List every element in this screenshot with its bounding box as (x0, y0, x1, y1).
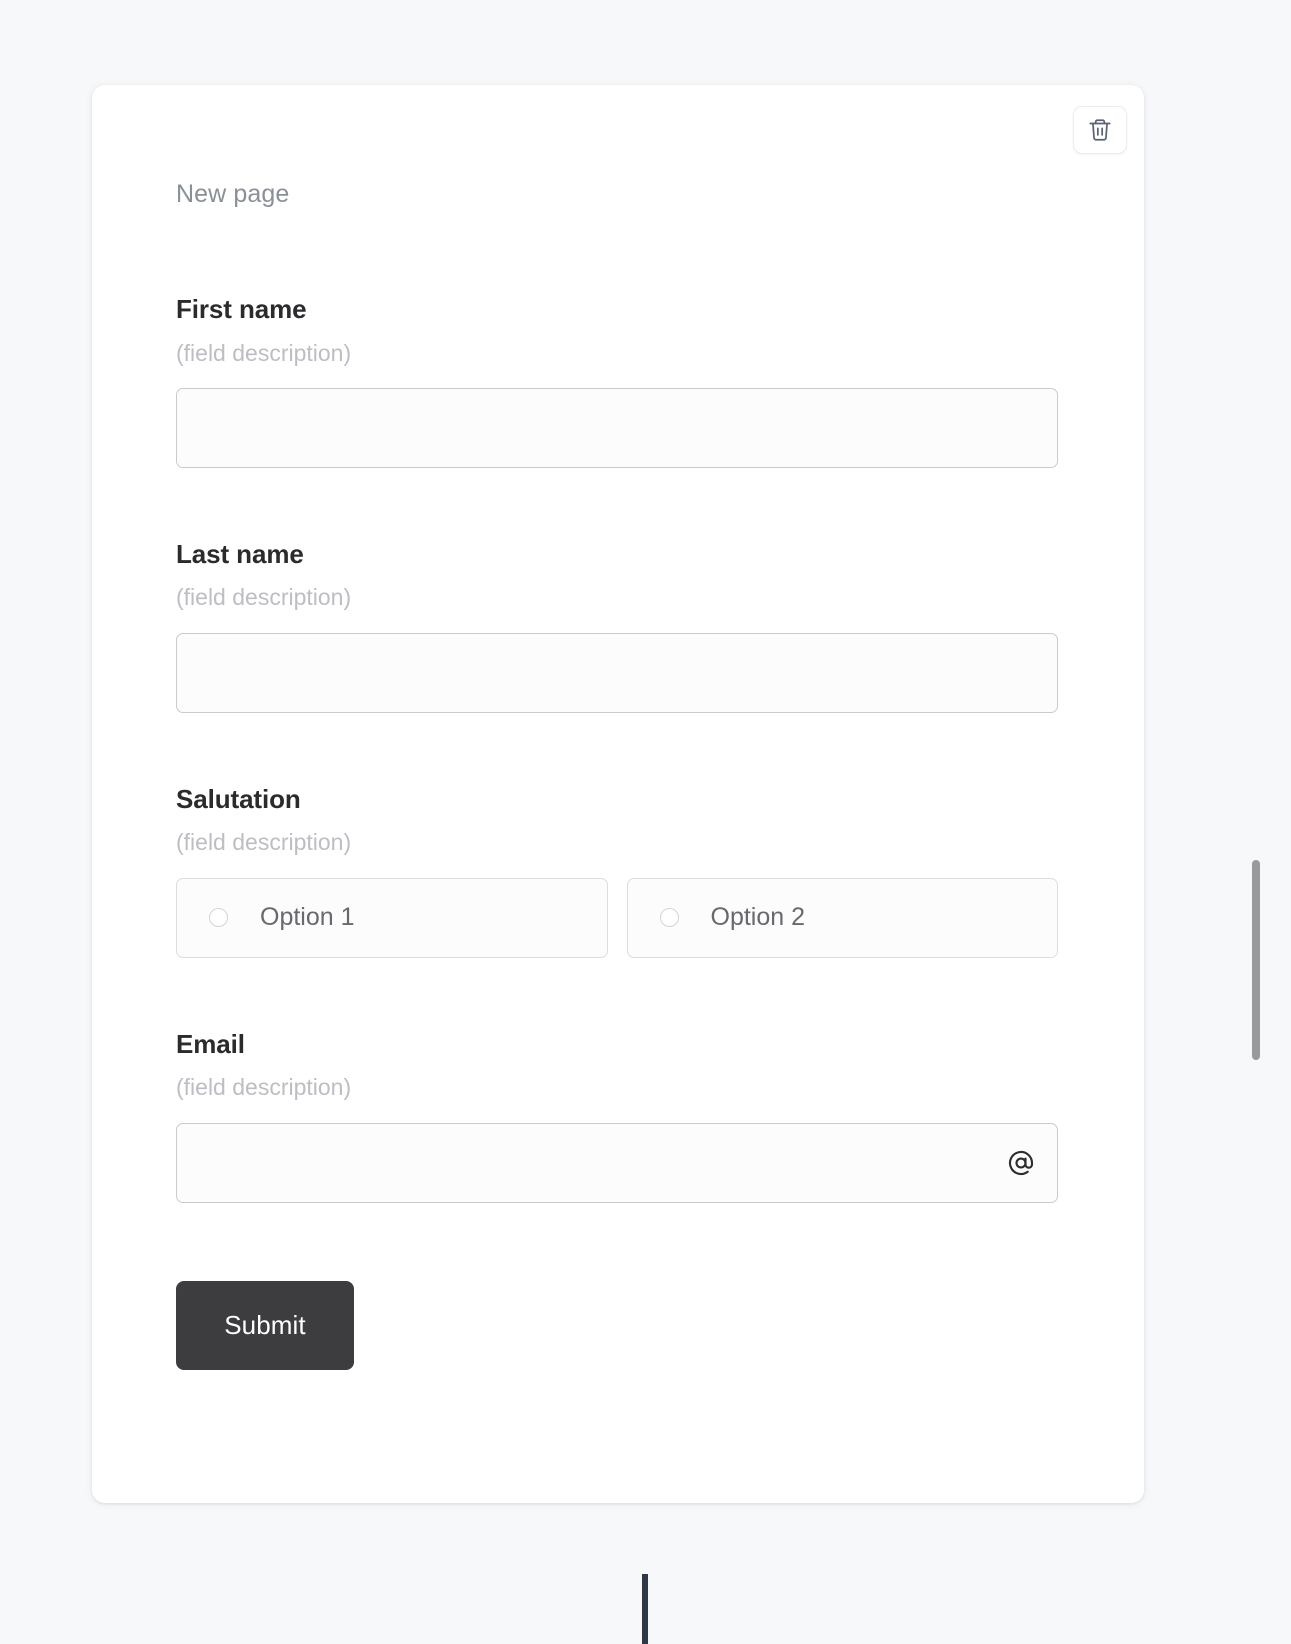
form-body: New page First name (field description) … (176, 85, 1058, 1370)
radio-circle-icon[interactable] (659, 908, 679, 928)
scrollbar-track[interactable] (1249, 0, 1263, 1644)
field-description: (field description) (176, 584, 352, 611)
field-salutation: Salutation (field description) Option 1 … (176, 785, 1058, 958)
radio-option-1[interactable]: Option 1 (176, 877, 608, 958)
submit-button[interactable]: Submit (176, 1280, 354, 1370)
delete-button[interactable] (1073, 106, 1127, 154)
trash-icon (1087, 117, 1113, 143)
first-name-input[interactable] (177, 388, 1057, 467)
page-root: New page First name (field description) … (0, 0, 1291, 1644)
scrollbar-thumb[interactable] (1252, 860, 1260, 1060)
email-input-wrapper[interactable] (176, 1122, 1058, 1203)
first-name-input-wrapper[interactable] (176, 387, 1058, 468)
field-last-name: Last name (field description) (176, 540, 1058, 713)
bottom-divider-handle (642, 1574, 648, 1644)
page-title: New page (176, 180, 290, 208)
radio-circle-icon[interactable] (209, 908, 228, 928)
radio-option-label: Option 2 (710, 903, 806, 932)
field-email: Email (field description) (176, 1030, 1058, 1203)
email-input[interactable] (177, 1123, 1057, 1202)
last-name-input-wrapper[interactable] (176, 632, 1058, 713)
radio-option-label: Option 1 (260, 903, 355, 932)
field-first-name: First name (field description) (176, 295, 1058, 468)
field-description: (field description) (176, 339, 352, 366)
field-description: (field description) (176, 1074, 352, 1101)
field-label: Email (176, 1028, 245, 1059)
last-name-input[interactable] (177, 633, 1057, 712)
form-card: New page First name (field description) … (92, 85, 1144, 1503)
field-description: (field description) (176, 829, 352, 856)
field-label: Salutation (176, 783, 301, 814)
field-label: First name (176, 294, 307, 324)
field-label: Last name (176, 538, 304, 569)
radio-option-2[interactable]: Option 2 (626, 877, 1058, 958)
salutation-radio-group: Option 1 Option 2 (176, 877, 1058, 958)
